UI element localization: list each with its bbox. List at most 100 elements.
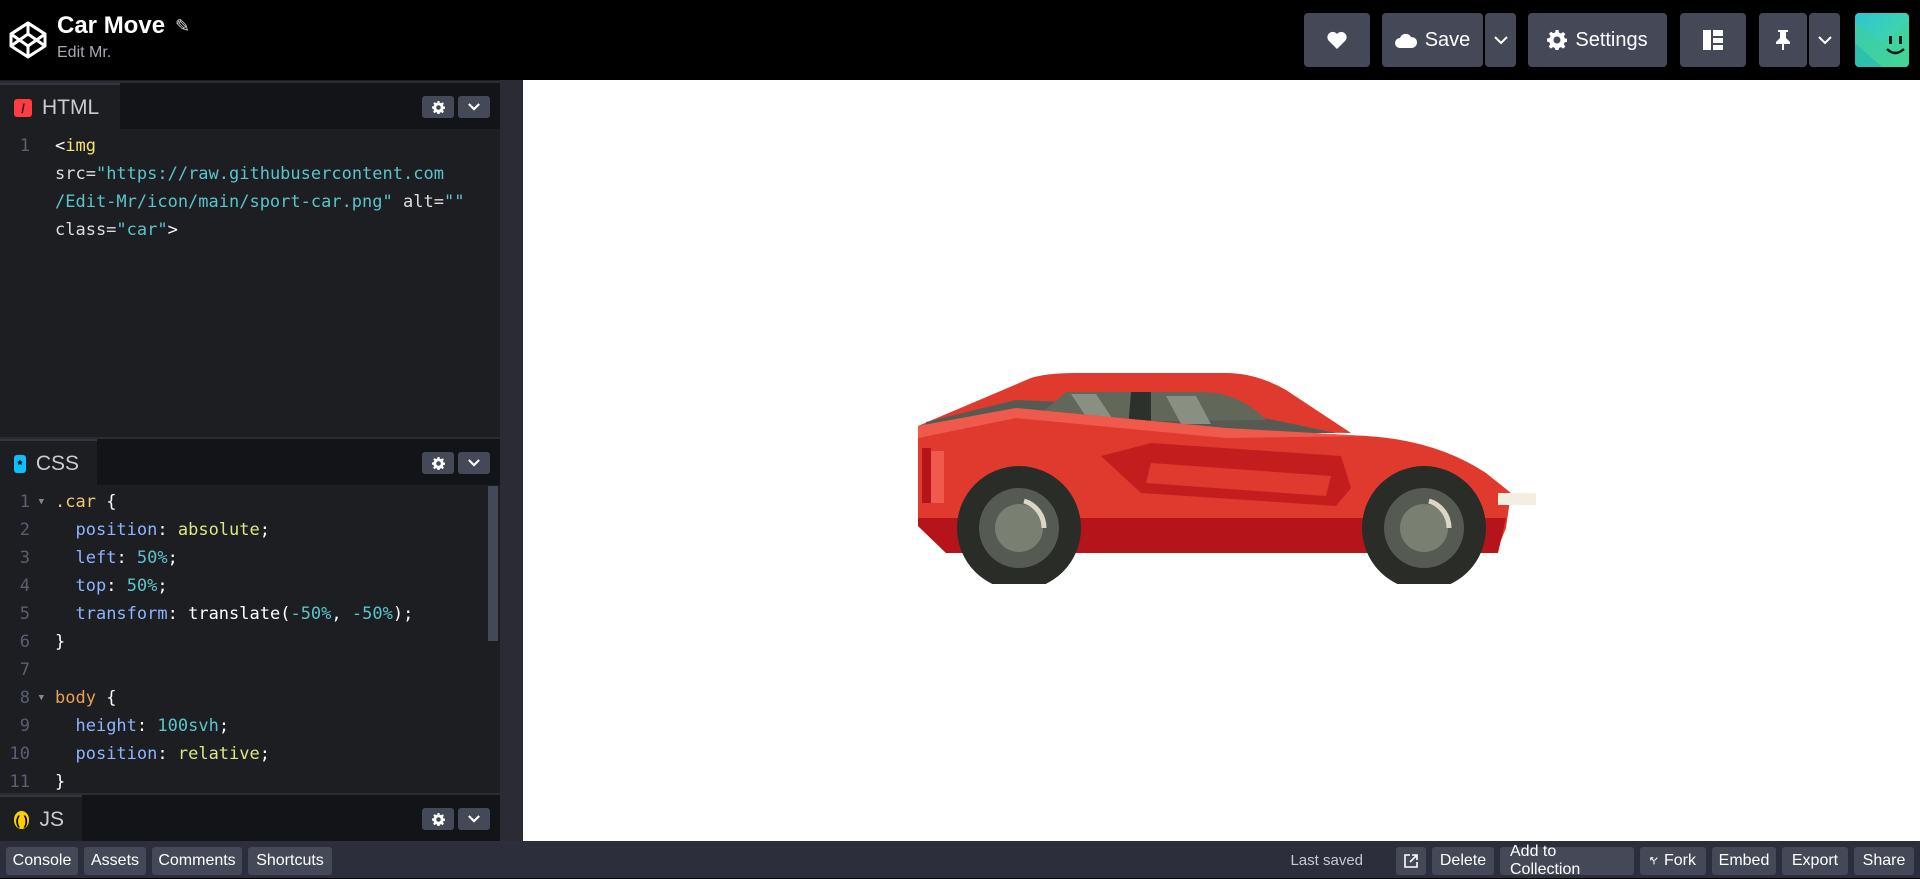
comments-button[interactable]: Comments (152, 847, 242, 875)
console-button[interactable]: Console (6, 847, 78, 875)
code-token: } (55, 632, 66, 652)
code-token: : (157, 744, 178, 764)
tab-html[interactable]: / HTML (0, 83, 120, 131)
pen-title[interactable]: Car Move (57, 12, 165, 40)
line-number: 8 (19, 688, 30, 708)
css-icon: * (14, 455, 26, 473)
css-scrollbar[interactable] (488, 486, 498, 641)
code-token: /Edit-Mr/icon/main/sport-car.png" (55, 192, 393, 212)
tab-css-label: CSS (35, 452, 79, 475)
codepen-logo-icon[interactable] (8, 20, 48, 60)
code-line: 11 } (0, 768, 500, 793)
assets-button[interactable]: Assets (84, 847, 146, 875)
tab-js[interactable]: ( ) JS (0, 795, 82, 843)
code-line: 3 left: 50%; (0, 544, 500, 572)
shortcuts-button[interactable]: Shortcuts (248, 847, 332, 875)
save-button[interactable]: Save (1382, 13, 1483, 67)
preview-pane[interactable] (523, 80, 1920, 841)
line-number: 2 (19, 520, 30, 540)
avatar[interactable] (1855, 13, 1909, 67)
code-token: : (106, 576, 127, 596)
code-token: 50% (126, 576, 158, 596)
footer-bar: Console Assets Comments Shortcuts Last s… (0, 841, 1920, 878)
code-token: > (167, 220, 178, 240)
save-label: Save (1424, 28, 1471, 51)
js-settings-button[interactable] (422, 808, 454, 830)
code-token: 100svh (157, 716, 219, 736)
html-collapse-button[interactable] (458, 96, 490, 118)
code-token: height (75, 716, 137, 736)
code-token: { (95, 688, 117, 708)
chevron-down-icon (468, 103, 480, 111)
code-token: ; (157, 576, 168, 596)
code-token: : (167, 604, 189, 624)
pin-options-button[interactable] (1809, 13, 1840, 67)
fork-button[interactable]: Fork (1640, 847, 1706, 875)
code-token: : (157, 520, 178, 540)
heart-icon (1327, 31, 1347, 49)
code-line: 7 (0, 656, 500, 684)
code-line: 5 transform: translate(-50%, -50%); (0, 600, 500, 628)
line-number: 6 (19, 632, 30, 652)
code-line: 1 <img (0, 132, 500, 160)
fold-arrow-icon[interactable]: ▼ (39, 684, 44, 712)
code-token: "https://raw.githubusercontent.com (95, 164, 444, 184)
code-line: /Edit-Mr/icon/main/sport-car.png" alt="" (0, 188, 500, 216)
fold-arrow-icon[interactable]: ▼ (39, 488, 44, 516)
chevron-down-icon (1817, 35, 1832, 44)
line-number: 5 (19, 604, 30, 624)
delete-button[interactable]: Delete (1432, 847, 1494, 875)
code-token: 50% (136, 548, 168, 568)
settings-button[interactable]: Settings (1528, 13, 1667, 67)
open-external-button[interactable] (1396, 847, 1426, 875)
add-to-collection-button[interactable]: Add to Collection (1500, 843, 1634, 878)
code-token: ; (218, 716, 230, 736)
code-token: transform (75, 604, 168, 624)
pencil-icon[interactable]: ✎ (175, 16, 190, 37)
heart-button[interactable] (1304, 13, 1370, 67)
css-collapse-button[interactable] (458, 452, 490, 474)
change-view-button[interactable] (1680, 13, 1746, 67)
pen-title-block: Car Move ✎ Edit Mr. (57, 12, 190, 62)
code-token: relative (177, 744, 260, 764)
css-settings-button[interactable] (422, 452, 454, 474)
code-line: 10 position: relative; (0, 740, 500, 768)
html-settings-button[interactable] (422, 96, 454, 118)
code-token: translate( (188, 604, 291, 624)
author-name[interactable]: Edit Mr. (57, 44, 190, 62)
line-number: 9 (19, 716, 30, 736)
css-code-editor[interactable]: 1 ▼ .car { 2 position: absolute; 3 left: … (0, 487, 500, 793)
html-code-editor[interactable]: 1 <img src="https://raw.githubuserconten… (0, 131, 500, 437)
gear-icon (431, 456, 445, 470)
settings-label: Settings (1575, 28, 1648, 51)
js-icon: ( ) (14, 811, 30, 829)
js-pane-header: ( ) JS (0, 793, 500, 843)
export-button[interactable]: Export (1782, 847, 1848, 875)
code-token: body (55, 688, 96, 708)
code-token: img (65, 136, 96, 156)
save-options-button[interactable] (1485, 13, 1516, 67)
code-token: position (75, 744, 158, 764)
share-button[interactable]: Share (1854, 847, 1914, 875)
code-token: { (95, 492, 117, 512)
sport-car-image (918, 373, 1536, 584)
code-line: 4 top: 50%; (0, 572, 500, 600)
tab-css[interactable]: * CSS (0, 439, 97, 487)
resize-gutter[interactable] (500, 80, 523, 841)
pin-button[interactable] (1759, 13, 1807, 67)
code-token: position (75, 520, 158, 540)
code-token: : (116, 548, 137, 568)
code-token: } (55, 772, 66, 792)
embed-button[interactable]: Embed (1712, 847, 1776, 875)
code-token: src= (55, 164, 96, 184)
code-token: -50% (290, 604, 332, 624)
cloud-icon (1394, 33, 1417, 48)
code-token: class= (55, 220, 117, 240)
line-number: 10 (9, 744, 30, 764)
js-collapse-button[interactable] (458, 808, 490, 830)
line-number: 1 (19, 136, 30, 156)
gear-icon (1547, 30, 1568, 50)
code-token: < (55, 136, 66, 156)
code-line: 8 ▼ body { (0, 684, 500, 712)
code-token: ; (167, 548, 178, 568)
